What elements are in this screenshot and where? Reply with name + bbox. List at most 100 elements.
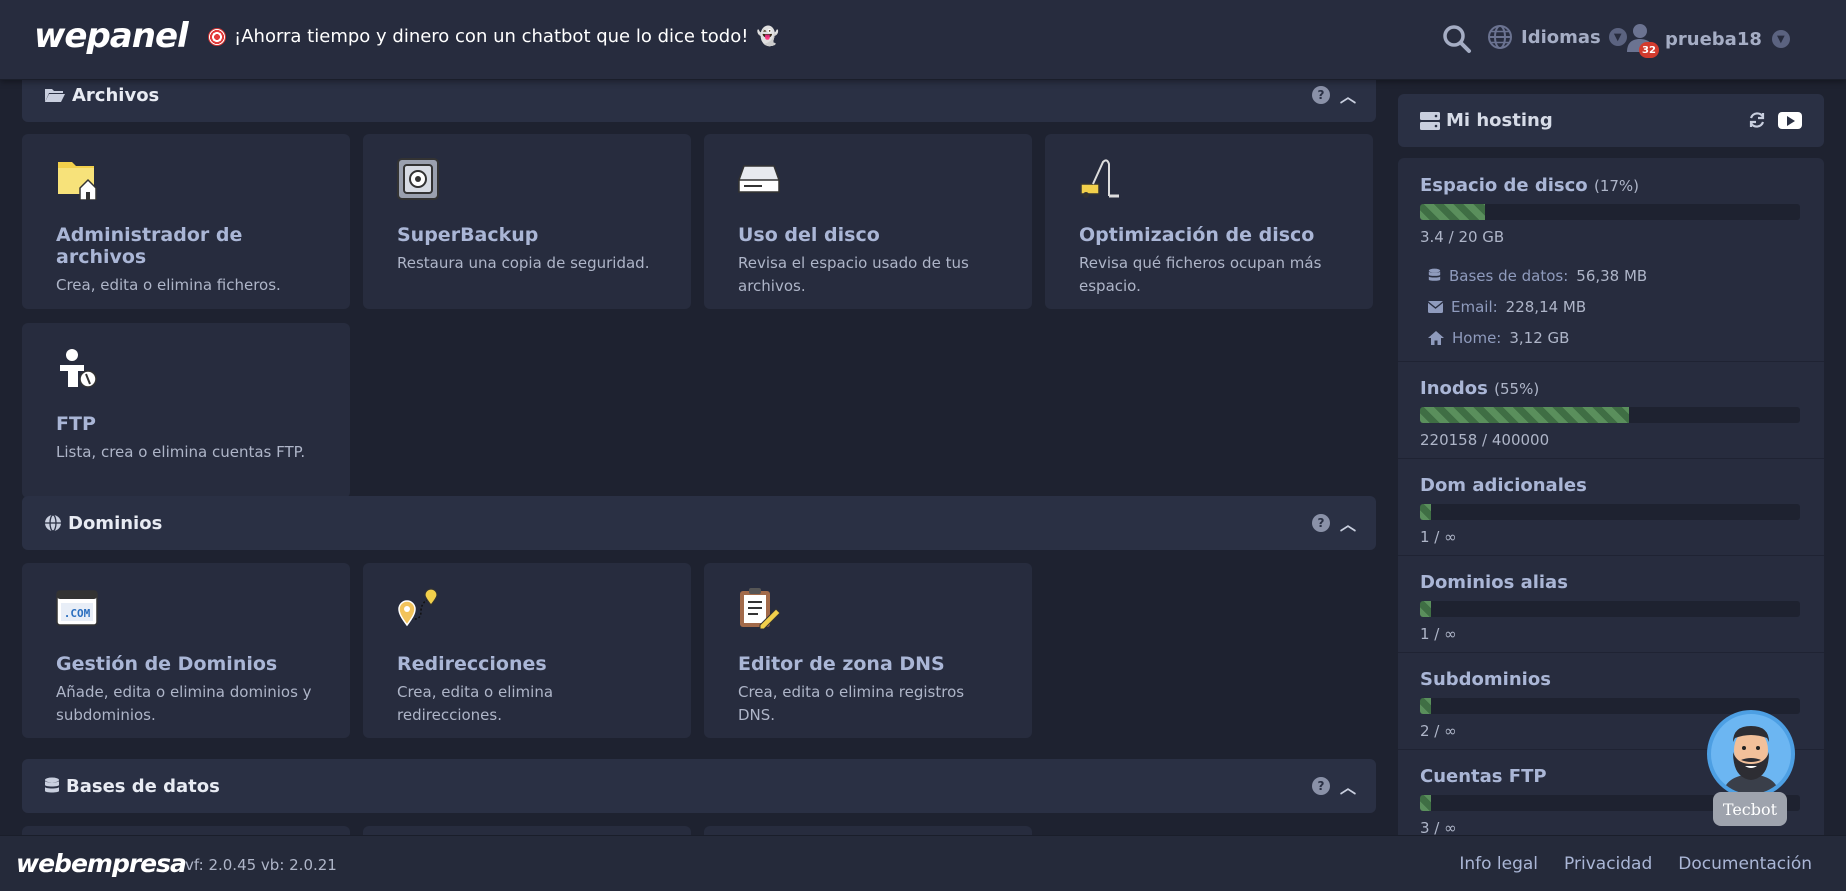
vacuum-icon (1080, 159, 1119, 198)
help-icon[interactable]: ? (1311, 777, 1330, 795)
stat-title: Espacio de disco (17%) (1420, 175, 1802, 196)
card-ftp[interactable]: FTP Lista, crea o elimina cuentas FTP. (22, 323, 350, 498)
envelope-icon (1428, 300, 1443, 313)
stat-inodes: Inodos (55%) 220158 / 400000 (1398, 362, 1824, 459)
collapse-icon[interactable]: ︿ (1340, 774, 1356, 798)
notification-badge: 32 (1639, 42, 1659, 58)
footer-link-privacy[interactable]: Privacidad (1564, 854, 1652, 874)
youtube-icon[interactable] (1778, 111, 1802, 129)
section-header-bases-de-datos[interactable]: Bases de datos ? ︿ (22, 759, 1376, 813)
card-domain-management[interactable]: .COM Gestión de Dominios Añade, edita o … (22, 563, 350, 738)
language-selector[interactable]: Idiomas ▼ (1487, 24, 1627, 50)
tecbot-label[interactable]: Tecbot (1713, 792, 1787, 826)
card-desc: Crea, edita o elimina registros DNS. (738, 683, 965, 724)
card-title[interactable]: FTP (56, 413, 316, 435)
stat-value: 220158 / 400000 (1420, 431, 1550, 449)
clipboard-edit-icon (740, 588, 781, 630)
section-header-archivos[interactable]: Archivos ? ︿ (22, 80, 1376, 122)
chevron-down-icon[interactable]: ▼ (1771, 30, 1790, 48)
user-avatar[interactable]: 32 (1625, 22, 1659, 58)
card-partial (704, 826, 1032, 835)
help-icon[interactable]: ? (1311, 86, 1330, 104)
footer-links: Info legal Privacidad Documentación (1459, 854, 1812, 874)
bearded-man-icon (1723, 726, 1779, 794)
languages-label[interactable]: Idiomas (1521, 27, 1601, 48)
card-disk-usage[interactable]: Uso del disco Revisa el espacio usado de… (704, 134, 1032, 309)
stat-label: Inodos (1420, 378, 1488, 399)
breakdown-email: Email: 228,14 MB (1420, 291, 1802, 322)
card-dns-editor[interactable]: Editor de zona DNS Crea, edita o elimina… (704, 563, 1032, 738)
card-redirects[interactable]: Redirecciones Crea, edita o elimina redi… (363, 563, 691, 738)
safe-icon (397, 158, 439, 200)
breakdown-label: Email: (1451, 297, 1498, 316)
breakdown-value: 3,12 GB (1509, 328, 1570, 347)
card-title[interactable]: Redirecciones (397, 653, 657, 675)
search-icon[interactable] (1442, 24, 1472, 54)
stat-percent: (17%) (1593, 177, 1640, 195)
card-desc: Restaura una copia de seguridad. (397, 254, 650, 272)
section-title: Bases de datos (66, 775, 220, 797)
wepanel-logo[interactable]: wepanel (34, 16, 189, 56)
disk-breakdown: Bases de datos: 56,38 MB Email: 228,14 M… (1420, 260, 1802, 353)
hard-drive-icon (738, 165, 780, 193)
help-icon[interactable]: ? (1311, 514, 1330, 532)
user-menu[interactable]: 32 prueba18 ▼ (1625, 22, 1790, 58)
stat-title: Dominios alias (1420, 572, 1802, 593)
card-desc: Lista, crea o elimina cuentas FTP. (56, 443, 306, 461)
card-file-manager[interactable]: Administrador de archivos Crea, edita o … (22, 134, 350, 309)
card-partial (363, 826, 691, 835)
stat-label: Espacio de disco (1420, 175, 1588, 196)
promo-text[interactable]: ¡Ahorra tiempo y dinero con un chatbot q… (234, 26, 748, 47)
stat-title: Subdominios (1420, 669, 1802, 690)
footer-link-legal[interactable]: Info legal (1459, 854, 1538, 874)
card-desc: Crea, edita o elimina ficheros. (56, 276, 281, 294)
stat-alias-domains: Dominios alias 1 / ∞ (1398, 556, 1824, 653)
card-partial (22, 826, 350, 835)
stat-percent: (55%) (1494, 380, 1540, 398)
card-title[interactable]: Gestión de Dominios (56, 653, 316, 675)
breakdown-value: 56,38 MB (1576, 266, 1648, 285)
my-hosting-header: Mi hosting (1398, 94, 1824, 147)
progress-bar (1420, 504, 1800, 520)
progress-fill (1420, 601, 1432, 617)
card-title[interactable]: Uso del disco (738, 224, 998, 246)
promo-banner[interactable]: ¡Ahorra tiempo y dinero con un chatbot q… (208, 26, 779, 47)
card-title[interactable]: Editor de zona DNS (738, 653, 998, 675)
database-icon (1428, 268, 1441, 281)
target-icon (208, 27, 226, 46)
version-info: vf: 2.0.45 vb: 2.0.21 (185, 856, 337, 874)
tecbot-chat-widget[interactable]: Tecbot (1705, 710, 1795, 830)
server-icon (1420, 111, 1440, 130)
folder-home-icon (58, 162, 97, 201)
refresh-icon[interactable] (1748, 111, 1766, 129)
card-disk-optimization[interactable]: Optimización de disco Revisa qué fichero… (1045, 134, 1373, 309)
breakdown-home: Home: 3,12 GB (1420, 322, 1802, 353)
breakdown-databases: Bases de datos: 56,38 MB (1420, 260, 1802, 291)
tecbot-avatar[interactable] (1707, 710, 1795, 798)
card-title[interactable]: SuperBackup (397, 224, 657, 246)
card-superbackup[interactable]: SuperBackup Restaura una copia de seguri… (363, 134, 691, 309)
card-title[interactable]: Administrador de archivos (56, 224, 316, 268)
home-icon (1428, 330, 1444, 345)
collapse-icon[interactable]: ︿ (1340, 83, 1356, 107)
webempresa-logo[interactable]: webempresa (16, 849, 187, 878)
stat-label: Dominios alias (1420, 572, 1568, 593)
stat-title: Inodos (55%) (1420, 378, 1802, 399)
username[interactable]: prueba18 (1665, 29, 1762, 50)
card-desc: Crea, edita o elimina redirecciones. (397, 683, 554, 724)
route-pins-icon (398, 588, 438, 627)
card-title[interactable]: Optimización de disco (1079, 224, 1339, 246)
section-header-dominios[interactable]: Dominios ? ︿ (22, 496, 1376, 550)
stat-addon-domains: Dom adicionales 1 / ∞ (1398, 459, 1824, 556)
collapse-icon[interactable]: ︿ (1340, 511, 1356, 535)
section-title: Dominios (68, 512, 163, 534)
footer-link-docs[interactable]: Documentación (1678, 854, 1812, 874)
progress-fill (1420, 698, 1432, 714)
stat-disk-space: Espacio de disco (17%) 3.4 / 20 GB Bases… (1398, 158, 1824, 362)
ghost-icon: 👻 (756, 26, 779, 47)
my-hosting-title: Mi hosting (1446, 110, 1553, 131)
ftp-user-icon (60, 349, 97, 388)
breakdown-value: 228,14 MB (1505, 297, 1587, 316)
card-desc: Añade, edita o elimina dominios y subdom… (56, 683, 312, 724)
stat-label: Dom adicionales (1420, 475, 1587, 496)
